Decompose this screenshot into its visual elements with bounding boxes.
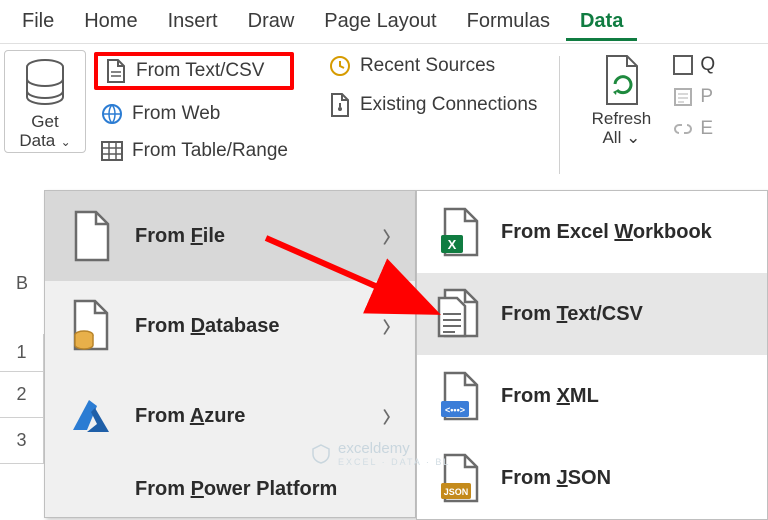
submenu-from-xml[interactable]: <•••> From XML [417,355,767,437]
database-file-icon [67,298,115,354]
submenu-from-excel-workbook[interactable]: X From Excel Workbook [417,191,767,273]
power-platform-icon [67,469,115,509]
menu-from-database[interactable]: From Database 〉 [45,281,415,371]
menu-from-power-platform[interactable]: From Power Platform [45,461,415,517]
ribbon-divider [559,56,560,174]
tab-home[interactable]: Home [70,2,151,41]
row-header-3[interactable]: 3 [0,418,44,464]
from-web-label: From Web [132,103,220,125]
edit-links-button[interactable]: E [672,118,715,140]
ribbon-tabs: File Home Insert Draw Page Layout Formul… [0,0,768,44]
clock-icon [328,54,352,78]
get-data-menu: From File 〉 From Database 〉 From Azure 〉… [44,190,416,518]
chevron-right-icon: 〉 [383,404,399,428]
menu-from-database-label: From Database [135,315,280,338]
properties-button[interactable]: P [672,86,715,108]
from-file-submenu: X From Excel Workbook From Text/CSV <•••… [416,190,768,520]
submenu-xml-label: From XML [501,385,599,408]
database-cylinder-icon [23,57,67,111]
queries-column: Q P E [672,50,715,140]
chevron-right-icon: 〉 [383,224,399,248]
existing-connections-label: Existing Connections [360,94,537,116]
tab-file[interactable]: File [8,2,68,41]
refresh-all-button[interactable]: Refresh All ⌄ [576,50,666,147]
menu-from-azure-label: From Azure [135,405,245,428]
get-transform-column-2: Recent Sources Existing Connections [322,50,543,120]
existing-connections-button[interactable]: Existing Connections [322,90,543,120]
queries-label: Q [700,54,715,76]
from-table-range-button[interactable]: From Table/Range [94,138,294,164]
globe-icon [100,102,124,126]
refresh-all-label: Refresh All ⌄ [592,110,652,147]
menu-from-file-label: From File [135,225,225,248]
row-header-1[interactable]: 1 [0,334,44,372]
recent-sources-button[interactable]: Recent Sources [322,52,543,80]
tab-draw[interactable]: Draw [234,2,309,41]
row-headers: 1 2 3 [0,330,44,464]
tab-insert[interactable]: Insert [154,2,232,41]
excel-file-icon: X [437,206,483,258]
get-data-button[interactable]: Get Data ⌄ [4,50,86,153]
svg-text:<•••>: <•••> [445,405,465,415]
tab-pagelayout[interactable]: Page Layout [310,2,450,41]
queries-connections-button[interactable]: Q [672,54,715,76]
ribbon-data: Get Data ⌄ From Text/CSV From Web From T… [0,44,768,190]
from-table-range-label: From Table/Range [132,140,288,162]
formula-bar-cell-ref: B [16,273,28,294]
chevron-down-icon: ⌄ [57,135,70,149]
submenu-json-label: From JSON [501,467,611,490]
submenu-excel-label: From Excel Workbook [501,221,712,244]
chevron-right-icon: 〉 [383,314,399,338]
table-icon [100,140,124,162]
submenu-from-text-csv[interactable]: From Text/CSV [417,273,767,355]
text-csv-file-icon [437,288,483,340]
azure-icon [67,388,115,444]
tab-formulas[interactable]: Formulas [453,2,564,41]
queries-icon [672,54,694,76]
submenu-csv-label: From Text/CSV [501,303,643,326]
from-text-csv-button[interactable]: From Text/CSV [94,52,294,90]
properties-icon [672,86,694,108]
menu-from-azure[interactable]: From Azure 〉 [45,371,415,461]
from-web-button[interactable]: From Web [94,100,294,128]
tab-data[interactable]: Data [566,2,637,41]
file-icon [67,208,115,264]
properties-label: P [700,86,713,108]
edit-links-icon [672,118,694,140]
json-file-icon: JSON [437,452,483,504]
connections-icon [328,92,352,118]
menu-from-power-platform-label: From Power Platform [135,478,337,501]
chevron-down-icon: ⌄ [621,128,640,147]
xml-file-icon: <•••> [437,370,483,422]
svg-text:X: X [448,237,457,252]
text-csv-icon [104,58,128,84]
from-text-csv-label: From Text/CSV [136,60,264,82]
row-header-2[interactable]: 2 [0,372,44,418]
recent-sources-label: Recent Sources [360,55,495,77]
get-transform-column-1: From Text/CSV From Web From Table/Range [94,50,294,164]
submenu-from-json[interactable]: JSON From JSON [417,437,767,519]
get-data-label: Get Data ⌄ [19,113,70,150]
refresh-icon [597,52,645,108]
svg-text:JSON: JSON [444,487,469,497]
edit-links-label: E [700,118,713,140]
menu-from-file[interactable]: From File 〉 [45,191,415,281]
